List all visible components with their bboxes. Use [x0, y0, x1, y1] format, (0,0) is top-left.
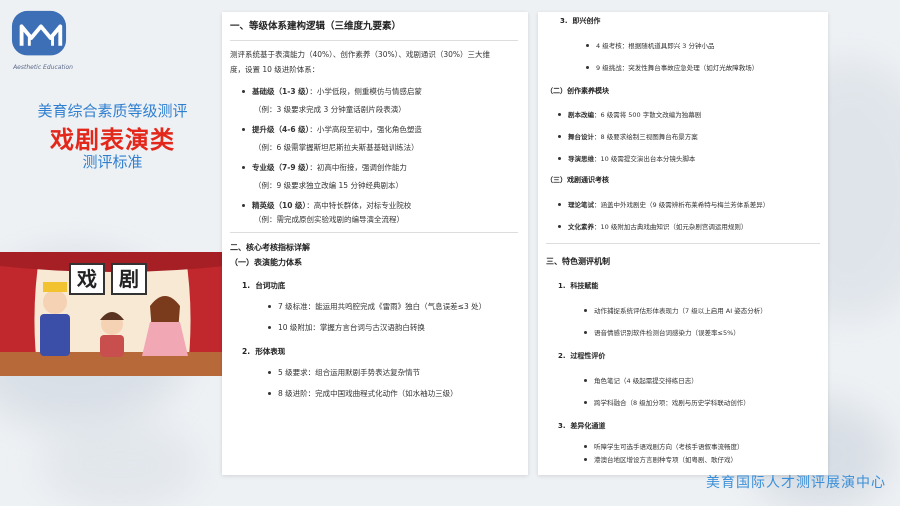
- bg-watercolor: [40, 420, 200, 506]
- list-item: 语音情感识别软件检测台词感染力（误差率≤5%）: [580, 327, 820, 337]
- section-heading: 三、特色测评机制: [546, 257, 610, 266]
- section-heading: 一、等级体系建构逻辑（三维度九要素）: [230, 18, 518, 41]
- list-item: 剧本改编：6 级需将 500 字散文改编为独幕剧: [554, 109, 820, 119]
- title-line-1: 美育综合素质等级测评: [37, 102, 188, 120]
- list-item-example: （例：9 级要求独立改编 15 分钟经典剧本）: [254, 181, 403, 190]
- list-item-example: （例：6 级需掌握斯坦尼斯拉夫斯基基础训练法）: [254, 143, 419, 152]
- list-item: 7 级标准：能运用共鸣腔完成《雷雨》独白（气息误差≤3 处）: [264, 301, 518, 313]
- list-item: 提升级（4-6 级）：小学高段至初中，强化角色塑造: [238, 124, 518, 136]
- numbered-heading: 1. 台词功底: [242, 281, 286, 290]
- logo-caption: Aesthetic Education: [13, 64, 73, 71]
- footer-organization: 美育国际人才测评展演中心: [706, 475, 886, 491]
- subsection-heading: （三）戏剧通识考核: [546, 176, 609, 184]
- list-item: 跨学科融合（8 级加分项：戏剧与历史学科联动创作）: [580, 397, 820, 407]
- list-item: 角色笔记（4 级起需提交排练日志）: [580, 375, 820, 385]
- list-item: 听障学生可选手语戏剧方向（考核手语叙事流畅度）: [580, 441, 820, 451]
- list-item: 动作捕捉系统评估形体表现力（7 级以上启用 AI 姿态分析）: [580, 305, 820, 315]
- numbered-heading: 3. 差异化通道: [558, 422, 606, 430]
- list-item: 9 级挑战：突发性舞台事故应急处理（如灯光故障救场）: [582, 62, 820, 72]
- list-item: 港澳台地区增设方言剧种专项（如粤剧、歌仔戏）: [580, 454, 820, 464]
- title-main: 戏剧表演类: [50, 126, 175, 154]
- list-item: 文化素养：10 级附加古典戏曲知识（如元杂剧宫调运用规则）: [554, 221, 820, 231]
- drama-illustration: 戏 剧: [0, 252, 225, 376]
- title-line-3: 测评标准: [82, 153, 143, 171]
- intro-text: 度，设置 10 级进阶体系：: [230, 65, 320, 74]
- list-item: 舞台设计：8 级要求绘制三视图舞台布景方案: [554, 131, 820, 141]
- list-item: 导演思维：10 级需提交演出台本分镜头脚本: [554, 153, 820, 163]
- document-page-left: 一、等级体系建构逻辑（三维度九要素） 测评系统基于表演能力（40%）、创作素养（…: [222, 12, 528, 475]
- list-item: 专业级（7-9 级）：初高中衔接，强调创作能力: [238, 162, 518, 174]
- list-item-example: （例：3 级要求完成 3 分钟童话剧片段表演）: [254, 105, 406, 114]
- logo-icon: [11, 10, 67, 56]
- numbered-heading: 1. 科技赋能: [558, 282, 599, 290]
- subsection-heading: （二）创作素养模块: [546, 87, 609, 95]
- list-item: 4 级考核：根据随机道具即兴 3 分钟小品: [582, 40, 820, 50]
- list-item: 10 级附加：掌握方言台词与古汉语韵白转换: [264, 322, 518, 334]
- list-item-example: （例：需完成原创实验戏剧的编导演全流程）: [254, 215, 404, 224]
- numbered-heading: 2. 过程性评价: [558, 352, 606, 360]
- numbered-heading: 2. 形体表现: [242, 347, 286, 356]
- list-item: 精英级（10 级）：高中特长群体，对标专业院校: [238, 200, 518, 212]
- sign-char-1: 戏: [77, 267, 97, 291]
- list-item: 基础级（1-3 级）：小学低段，侧重模仿与情感启蒙: [238, 86, 518, 98]
- list-item: 理论笔试：涵盖中外戏剧史（9 级需辨析布莱希特与梅兰芳体系差异）: [554, 199, 820, 209]
- sign-char-2: 剧: [119, 267, 139, 291]
- intro-text: 测评系统基于表演能力（40%）、创作素养（30%）、戏剧通识（30%）三大维: [230, 50, 491, 59]
- numbered-heading: 3. 即兴创作: [560, 17, 601, 25]
- subsection-heading: （一）表演能力体系: [230, 258, 302, 267]
- document-page-right: 3. 即兴创作 4 级考核：根据随机道具即兴 3 分钟小品 9 级挑战：突发性舞…: [538, 12, 828, 475]
- list-item: 8 级进阶：完成中国戏曲程式化动作（如水袖功三级）: [264, 388, 518, 400]
- list-item: 5 级要求：组合运用默剧手势表达复杂情节: [264, 367, 518, 379]
- section-heading: 二、核心考核指标详解: [230, 243, 310, 252]
